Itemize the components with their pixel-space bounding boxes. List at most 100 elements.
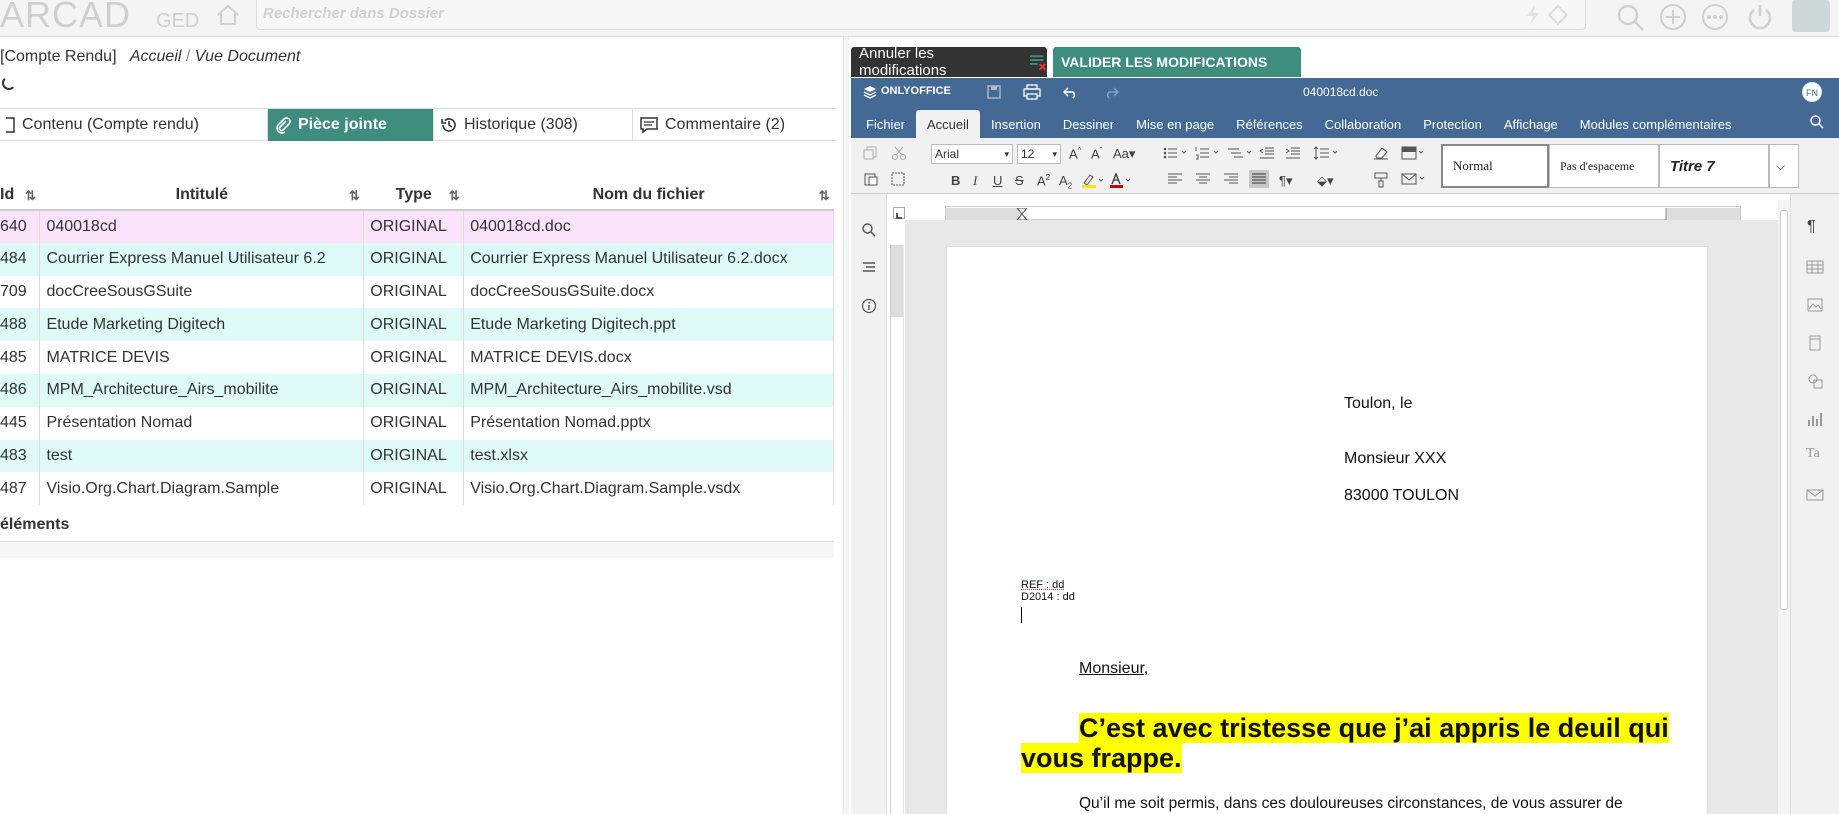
style-titre-7[interactable]: Titre 7	[1659, 144, 1769, 188]
table-row[interactable]: 488 Etude Marketing Digitech ORIGINAL Etude…	[0, 308, 834, 342]
filter-icon[interactable]	[1547, 4, 1569, 26]
cell-filename[interactable]: 040018cd.doc	[463, 210, 834, 243]
menu-tab-collaboration[interactable]: Collaboration	[1314, 110, 1413, 138]
tab-commentaire[interactable]: Commentaire (2)	[633, 109, 836, 141]
tab-historique[interactable]: Historique (308)	[434, 109, 633, 141]
editor-search-icon[interactable]	[1809, 114, 1825, 130]
bold-icon[interactable]: B	[951, 173, 960, 188]
menu-tab-accueil[interactable]: Accueil	[916, 110, 980, 138]
home-icon[interactable]	[215, 2, 241, 28]
table-row[interactable]: 485 MATRICE DEVIS ORIGINAL MATRICE DEVIS.do…	[0, 341, 834, 374]
numbered-list-icon[interactable]	[1195, 146, 1225, 160]
vertical-ruler[interactable]	[890, 245, 904, 814]
power-icon[interactable]	[1745, 2, 1775, 32]
font-color-icon[interactable]	[1109, 172, 1133, 188]
shading-icon[interactable]: ⬙▾	[1317, 173, 1334, 189]
styles-expand-button[interactable]: ⌵	[1769, 144, 1799, 188]
cancel-changes-button[interactable]: Annuler les modifications	[851, 45, 1047, 79]
cell-filename[interactable]: test.xlsx	[463, 439, 834, 473]
copy-style-icon[interactable]	[1373, 172, 1389, 188]
paragraph-settings-icon[interactable]: ¶	[1807, 218, 1816, 236]
menu-tab-protection[interactable]: Protection	[1412, 110, 1493, 138]
cell-filename[interactable]: MATRICE DEVIS.docx	[463, 341, 834, 374]
change-case-icon[interactable]: Aa▾	[1113, 146, 1135, 162]
cell-filename[interactable]: docCreeSousGSuite.docx	[463, 275, 834, 309]
align-left-icon[interactable]	[1167, 172, 1183, 186]
redo-icon[interactable]	[1103, 85, 1119, 99]
image-settings-icon[interactable]	[1806, 296, 1824, 314]
table-row[interactable]: 640 040018cd ORIGINAL 040018cd.doc	[0, 210, 834, 243]
paste-icon[interactable]	[863, 172, 879, 186]
table-row[interactable]: 484 Courrier Express Manuel Utilisateur 6…	[0, 242, 834, 276]
table-row[interactable]: 486 MPM_Architecture_Airs_mobilite ORIGINA…	[0, 373, 834, 407]
column-header-filename[interactable]: Nom du fichier ⇅	[463, 180, 834, 211]
menu-tab-references[interactable]: Références	[1225, 110, 1313, 138]
column-header-type[interactable]: Type ⇅	[363, 180, 464, 211]
align-right-icon[interactable]	[1223, 172, 1239, 186]
menu-tab-fichier[interactable]: Fichier	[855, 110, 916, 138]
tab-stop-selector-icon[interactable]	[893, 207, 905, 219]
more-icon[interactable]	[1700, 2, 1730, 32]
superscript-icon[interactable]: A2	[1037, 173, 1050, 188]
header-footer-icon[interactable]	[1806, 334, 1824, 352]
align-center-icon[interactable]	[1195, 172, 1211, 186]
justify-icon[interactable]	[1249, 170, 1269, 188]
navigation-icon[interactable]	[861, 260, 877, 276]
avatar[interactable]	[1792, 0, 1830, 32]
multilevel-list-icon[interactable]	[1227, 146, 1257, 160]
search-icon[interactable]	[1615, 2, 1645, 32]
lightning-icon[interactable]	[1525, 4, 1541, 26]
column-header-id[interactable]: Id ⇅	[0, 180, 40, 211]
text-art-icon[interactable]: Ta	[1806, 446, 1820, 462]
shape-settings-icon[interactable]	[1806, 372, 1824, 390]
undo-icon[interactable]	[1063, 85, 1079, 99]
mail-settings-icon[interactable]	[1806, 486, 1824, 504]
font-size-select[interactable]: 12 ▾	[1017, 144, 1061, 164]
document-page[interactable]: Toulon, le Monsieur XXX 83000 TOULON REF…	[946, 246, 1708, 814]
table-row[interactable]: 445 Présentation Nomad ORIGINAL Présentatio…	[0, 406, 834, 440]
table-row[interactable]: 487 Visio.Org.Chart.Diagram.Sample ORIGINA…	[0, 472, 834, 506]
mail-merge-icon[interactable]	[1401, 172, 1429, 186]
clear-style-icon[interactable]	[1373, 146, 1389, 160]
cut-icon[interactable]	[891, 146, 907, 160]
sort-icon[interactable]: ⇅	[25, 188, 36, 204]
tab-piece-jointe[interactable]: Pièce jointe	[268, 109, 434, 141]
color-scheme-icon[interactable]	[1401, 146, 1429, 160]
decrease-indent-icon[interactable]	[1259, 146, 1275, 160]
print-icon[interactable]	[1023, 84, 1041, 100]
line-spacing-icon[interactable]	[1313, 146, 1343, 160]
panel-splitter[interactable]	[843, 37, 849, 814]
validate-changes-button[interactable]: VALIDER LES MODIFICATIONS	[1053, 47, 1301, 77]
style-no-spacing[interactable]: Pas d'espaceme	[1549, 144, 1659, 188]
italic-icon[interactable]: I	[973, 173, 977, 189]
table-row[interactable]: 709 docCreeSousGSuite ORIGINAL docCreeSousG…	[0, 275, 834, 309]
cell-filename[interactable]: MPM_Architecture_Airs_mobilite.vsd	[463, 373, 834, 407]
highlight-icon[interactable]	[1081, 172, 1105, 188]
user-avatar[interactable]: FN	[1802, 82, 1822, 102]
underline-icon[interactable]: U	[993, 173, 1002, 188]
table-settings-icon[interactable]	[1806, 258, 1824, 276]
decrease-font-icon[interactable]: Aˇ	[1091, 146, 1102, 161]
menu-tab-dessiner[interactable]: Dessiner	[1052, 110, 1125, 138]
font-name-select[interactable]: Arial ▾	[931, 144, 1013, 164]
strikethrough-icon[interactable]: S	[1015, 173, 1024, 188]
menu-tab-mise-en-page[interactable]: Mise en page	[1125, 110, 1225, 138]
find-icon[interactable]	[861, 222, 877, 238]
paragraph-marks-icon[interactable]: ¶▾	[1279, 173, 1293, 189]
sort-icon[interactable]: ⇅	[819, 188, 830, 204]
copy-icon[interactable]	[863, 146, 879, 160]
info-icon[interactable]	[861, 298, 877, 314]
table-row[interactable]: 483 test ORIGINAL test.xlsx	[0, 439, 834, 473]
sort-icon[interactable]: ⇅	[449, 188, 460, 204]
cell-filename[interactable]: Présentation Nomad.pptx	[463, 406, 834, 440]
style-normal[interactable]: Normal	[1441, 144, 1549, 188]
menu-tab-affichage[interactable]: Affichage	[1493, 110, 1569, 138]
menu-tab-insertion[interactable]: Insertion	[980, 110, 1052, 138]
search-input[interactable]	[257, 0, 1457, 26]
menu-tab-modules[interactable]: Modules complémentaires	[1569, 110, 1743, 138]
increase-font-icon[interactable]: A^	[1069, 146, 1081, 161]
scrollbar-thumb[interactable]	[1780, 210, 1788, 610]
vertical-scrollbar[interactable]	[1778, 200, 1790, 814]
cell-filename[interactable]: Courrier Express Manuel Utilisateur 6.2.…	[463, 242, 834, 276]
app-logo[interactable]: ARCAD	[0, 0, 131, 36]
